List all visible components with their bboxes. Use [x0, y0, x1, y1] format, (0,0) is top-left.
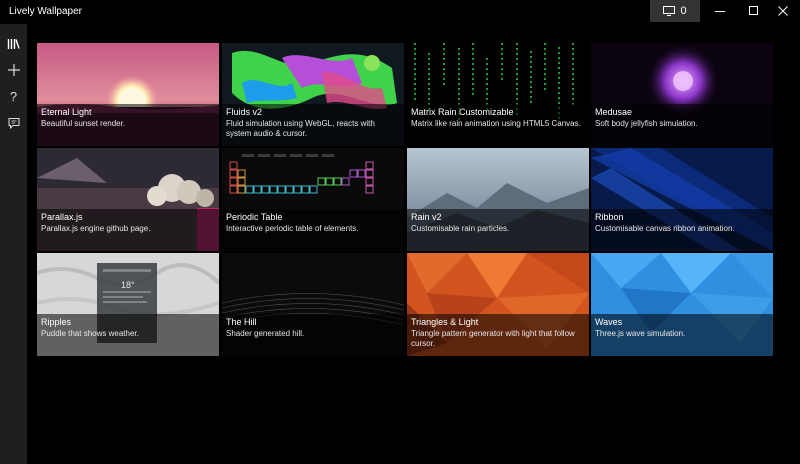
display-selector-button[interactable]: 0: [650, 0, 700, 22]
tile-caption: Ripples Puddle that shows weather.: [37, 314, 219, 356]
tile-title: Eternal Light: [41, 107, 92, 117]
tile-caption: Medusae Soft body jellyfish simulation.: [591, 104, 773, 146]
wallpaper-tile-parallax-js[interactable]: Parallax.js Parallax.js engine github pa…: [37, 148, 219, 251]
weather-widget-temperature: 18°: [121, 280, 135, 290]
tile-caption: Triangles & Light Triangle pattern gener…: [407, 314, 589, 356]
library-icon: [7, 39, 20, 49]
display-count: 0: [680, 5, 687, 17]
minimize-button[interactable]: [703, 0, 737, 22]
tile-caption: Rain v2 Customisable rain particles.: [407, 209, 589, 251]
tile-description: Parallax.js engine github page.: [41, 224, 151, 233]
app-title: Lively Wallpaper: [9, 6, 82, 17]
navigation-rail: ?: [0, 24, 27, 464]
wallpaper-tile-periodic-table[interactable]: Periodic Table Interactive periodic tabl…: [222, 148, 404, 251]
help-icon: ?: [9, 88, 18, 104]
tile-caption: Fluids v2 Fluid simulation using WebGL, …: [222, 104, 404, 146]
tile-caption: Parallax.js Parallax.js engine github pa…: [37, 209, 219, 251]
nav-library[interactable]: [0, 31, 27, 57]
nav-add-wallpaper[interactable]: [0, 57, 27, 83]
tile-caption: Waves Three.js wave simulation.: [591, 314, 773, 356]
tile-description: Three.js wave simulation.: [595, 329, 686, 338]
tile-title: Medusae: [595, 107, 633, 117]
tile-caption: Periodic Table Interactive periodic tabl…: [222, 209, 404, 251]
feedback-icon: [8, 118, 19, 129]
tile-title: Parallax.js: [41, 212, 83, 222]
tile-description: Triangle pattern generator with light th…: [411, 329, 575, 348]
tile-title: Rain v2: [411, 212, 442, 222]
tile-description: Beautiful sunset render.: [41, 119, 126, 128]
tile-title: Ripples: [41, 317, 72, 327]
wallpaper-tile-triangles-light[interactable]: Triangles & Light Triangle pattern gener…: [407, 253, 589, 356]
wallpaper-tile-waves[interactable]: Waves Three.js wave simulation.: [591, 253, 773, 356]
tile-caption: Ribbon Customisable canvas ribbon animat…: [591, 209, 773, 251]
nav-feedback[interactable]: [0, 110, 27, 136]
close-icon: [778, 6, 788, 16]
wallpaper-tile-eternal-light[interactable]: Eternal Light Beautiful sunset render.: [37, 43, 219, 146]
tile-description: Matrix like rain animation using HTML5 C…: [411, 119, 581, 128]
tile-title: Fluids v2: [226, 107, 263, 117]
tile-description: Interactive periodic table of elements.: [226, 224, 359, 233]
wallpaper-tile-ripples[interactable]: 18° Ripples Puddle that shows weather.: [37, 253, 219, 356]
tile-caption: Eternal Light Beautiful sunset render.: [37, 104, 219, 146]
tile-description: Puddle that shows weather.: [41, 329, 139, 338]
tile-description: Customisable rain particles.: [411, 224, 510, 233]
monitor-icon: [663, 6, 676, 16]
minimize-icon: [715, 11, 725, 12]
wallpaper-tile-fluids-v2[interactable]: Fluids v2 Fluid simulation using WebGL, …: [222, 43, 404, 146]
tile-title: Ribbon: [595, 212, 624, 222]
tile-description: Soft body jellyfish simulation.: [595, 119, 698, 128]
tile-title: Triangles & Light: [411, 317, 479, 327]
tile-description: Customisable canvas ribbon animation.: [595, 224, 735, 233]
tile-caption: The Hill Shader generated hill.: [222, 314, 404, 356]
add-icon: [7, 64, 20, 76]
wallpaper-tile-rain-v2[interactable]: Rain v2 Customisable rain particles.: [407, 148, 589, 251]
wallpaper-tile-ribbon[interactable]: Ribbon Customisable canvas ribbon animat…: [591, 148, 773, 251]
wallpaper-tile-matrix-rain[interactable]: Matrix Rain Customizable Matrix like rai…: [407, 43, 589, 146]
nav-help[interactable]: ?: [0, 83, 27, 109]
wallpaper-tile-medusae[interactable]: Medusae Soft body jellyfish simulation.: [591, 43, 773, 146]
tile-title: Periodic Table: [226, 212, 283, 222]
wallpaper-tile-the-hill[interactable]: The Hill Shader generated hill.: [222, 253, 404, 356]
tile-caption: Matrix Rain Customizable Matrix like rai…: [407, 104, 589, 146]
maximize-icon: [749, 6, 758, 15]
close-button[interactable]: [766, 0, 800, 22]
tile-title: Matrix Rain Customizable: [411, 107, 514, 117]
title-bar: Lively Wallpaper 0: [0, 0, 800, 24]
tile-description: Fluid simulation using WebGL, reacts wit…: [226, 119, 375, 138]
tile-title: Waves: [595, 317, 623, 327]
tile-description: Shader generated hill.: [226, 329, 305, 338]
tile-title: The Hill: [226, 317, 257, 327]
